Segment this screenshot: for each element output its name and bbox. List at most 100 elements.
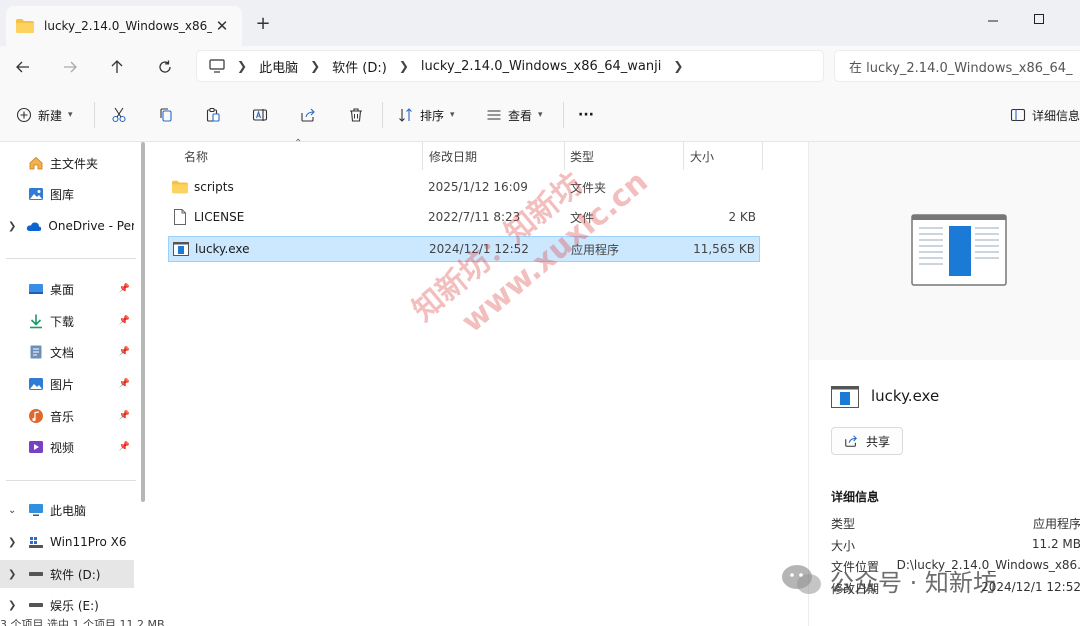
sidebar-scrollbar[interactable] xyxy=(141,142,145,502)
sidebar-item-label: OneDrive - Per xyxy=(48,219,134,233)
chevron-right-icon[interactable]: ❯ xyxy=(8,569,18,580)
file-date: 2025/1/12 16:09 xyxy=(428,180,528,194)
chevron-right-icon[interactable]: ❯ xyxy=(8,600,18,611)
sidebar-item-label: 软件 (D:) xyxy=(50,567,101,582)
sidebar-item-drive-e[interactable]: ❯ 娱乐 (E:) xyxy=(0,591,134,619)
sort-button-label: 排序 xyxy=(420,108,445,123)
tab-close-button[interactable]: ✕ xyxy=(212,17,232,35)
up-button[interactable] xyxy=(102,52,132,82)
pin-icon[interactable]: 📌 xyxy=(119,379,130,389)
new-tab-button[interactable]: + xyxy=(252,14,274,36)
sidebar-item-onedrive[interactable]: ❯ OneDrive - Per xyxy=(0,212,134,240)
column-divider[interactable] xyxy=(564,142,565,170)
search-input[interactable]: 在 lucky_2.14.0_Windows_x86_64_ xyxy=(834,50,1080,82)
details-section-title: 详细信息 xyxy=(831,490,880,504)
column-divider[interactable] xyxy=(762,142,763,170)
chevron-down-icon: ▾ xyxy=(538,110,543,120)
scissors-icon xyxy=(112,107,126,123)
sidebar-item-drive-d[interactable]: ❯ 软件 (D:) xyxy=(0,560,134,588)
sidebar-item-label: 下载 xyxy=(50,314,75,329)
view-button[interactable]: 查看 ▾ xyxy=(486,102,543,128)
delete-button[interactable] xyxy=(348,102,364,128)
pin-icon[interactable]: 📌 xyxy=(119,411,130,421)
pin-icon[interactable]: 📌 xyxy=(119,284,130,294)
column-divider[interactable] xyxy=(683,142,684,170)
details-pane: lucky.exe 共享 详细信息 类型 应用程序 大小 11.2 MB 文件位… xyxy=(808,142,1080,626)
maximize-button[interactable] xyxy=(1016,4,1062,34)
minimize-button[interactable] xyxy=(970,4,1016,34)
file-name: scripts xyxy=(194,180,234,194)
arrow-up-icon xyxy=(111,60,123,73)
sidebar-item-documents[interactable]: 文档 📌 xyxy=(0,338,134,366)
paste-button[interactable] xyxy=(205,102,221,128)
video-icon xyxy=(28,439,44,455)
sidebar-item-win11-drive[interactable]: ❯ Win11Pro X6 xyxy=(0,528,134,556)
column-header-type[interactable]: 类型 xyxy=(570,142,680,170)
wechat-overlay: 公众号 · 知新坊 xyxy=(780,560,997,600)
os-drive-icon xyxy=(28,534,44,550)
refresh-icon xyxy=(159,60,171,73)
command-bar: 新建 ▾ 排序 ▾ 查看 ▾ ··· 详细信息 xyxy=(0,88,1080,142)
arrow-left-icon xyxy=(16,61,29,73)
sort-button[interactable]: 排序 ▾ xyxy=(398,102,455,128)
pin-icon[interactable]: 📌 xyxy=(119,347,130,357)
sidebar-item-pictures[interactable]: 图片 📌 xyxy=(0,370,134,398)
file-type: 应用程序 xyxy=(571,242,620,257)
column-divider[interactable] xyxy=(422,142,423,170)
details-row: 大小 11.2 MB xyxy=(831,537,1080,553)
pin-icon[interactable]: 📌 xyxy=(119,442,130,452)
sort-icon xyxy=(399,108,412,122)
details-pane-icon xyxy=(1010,108,1026,122)
details-share-label: 共享 xyxy=(866,434,891,449)
table-row[interactable]: lucky.exe 2024/12/1 12:52 应用程序 11,565 KB xyxy=(168,236,760,262)
details-pane-button[interactable]: 详细信息 xyxy=(1010,102,1080,128)
tab-current[interactable]: lucky_2.14.0_Windows_x86_64_ ✕ xyxy=(6,6,242,46)
sidebar-item-downloads[interactable]: 下载 📌 xyxy=(0,307,134,335)
sidebar-item-videos[interactable]: 视频 📌 xyxy=(0,433,134,461)
back-button[interactable] xyxy=(8,52,38,82)
new-button[interactable]: 新建 ▾ xyxy=(16,102,73,128)
sidebar-item-home[interactable]: 主文件夹 xyxy=(0,149,134,177)
copy-button[interactable] xyxy=(158,102,174,128)
table-row[interactable]: scripts 2025/1/12 16:09 文件夹 xyxy=(168,175,760,201)
cut-button[interactable] xyxy=(111,102,127,128)
details-pane-label: 详细信息 xyxy=(1032,108,1080,123)
more-options-button[interactable]: ··· xyxy=(578,102,594,128)
details-share-button[interactable]: 共享 xyxy=(831,427,903,455)
chevron-right-icon: ❯ xyxy=(398,59,409,73)
address-row: ❯ 此电脑 ❯ 软件 (D:) ❯ lucky_2.14.0_Windows_x… xyxy=(0,46,1080,88)
chevron-right-icon[interactable]: ❯ xyxy=(8,221,16,232)
breadcrumb-this-pc[interactable]: 此电脑 xyxy=(259,57,298,76)
wechat-text: 公众号 · 知新坊 xyxy=(830,568,997,597)
home-icon xyxy=(28,155,44,171)
copy-icon xyxy=(160,108,172,122)
column-header-name[interactable]: 名称 xyxy=(184,142,424,170)
sidebar-item-label: 主文件夹 xyxy=(50,156,99,171)
sidebar-item-label: 文档 xyxy=(50,345,75,360)
arrow-right-icon xyxy=(64,61,77,73)
sidebar-item-music[interactable]: 音乐 📌 xyxy=(0,402,134,430)
chevron-down-icon[interactable]: ⌄ xyxy=(8,505,18,516)
address-bar[interactable]: ❯ 此电脑 ❯ 软件 (D:) ❯ lucky_2.14.0_Windows_x… xyxy=(196,50,824,82)
navigation-pane: 主文件夹 图库 ❯ OneDrive - Per 桌面 📌 下载 📌 文档 📌 … xyxy=(0,142,145,626)
sidebar-divider xyxy=(6,258,136,259)
breadcrumb-current-folder[interactable]: lucky_2.14.0_Windows_x86_64_wanji xyxy=(421,59,661,74)
table-row[interactable]: LICENSE 2022/7/11 8:23 文件 2 KB xyxy=(168,205,760,231)
sidebar-item-gallery[interactable]: 图库 xyxy=(0,180,134,208)
rename-button[interactable] xyxy=(252,102,268,128)
chevron-right-icon[interactable]: ❯ xyxy=(673,59,683,73)
refresh-button[interactable] xyxy=(150,52,180,82)
file-name: lucky.exe xyxy=(195,242,250,256)
forward-button[interactable] xyxy=(55,52,85,82)
column-header-date[interactable]: 修改日期 xyxy=(429,142,559,170)
sidebar-item-label: 桌面 xyxy=(50,282,75,297)
pin-icon[interactable]: 📌 xyxy=(119,316,130,326)
column-header-size[interactable]: 大小 xyxy=(690,142,760,170)
sidebar-item-desktop[interactable]: 桌面 📌 xyxy=(0,275,134,303)
file-type: 文件夹 xyxy=(570,180,607,195)
sidebar-item-this-pc[interactable]: ⌄ 此电脑 xyxy=(0,496,134,524)
share-button[interactable] xyxy=(300,102,316,128)
folder-icon xyxy=(16,19,34,33)
chevron-right-icon[interactable]: ❯ xyxy=(8,537,18,548)
breadcrumb-drive-d[interactable]: 软件 (D:) xyxy=(332,57,387,76)
